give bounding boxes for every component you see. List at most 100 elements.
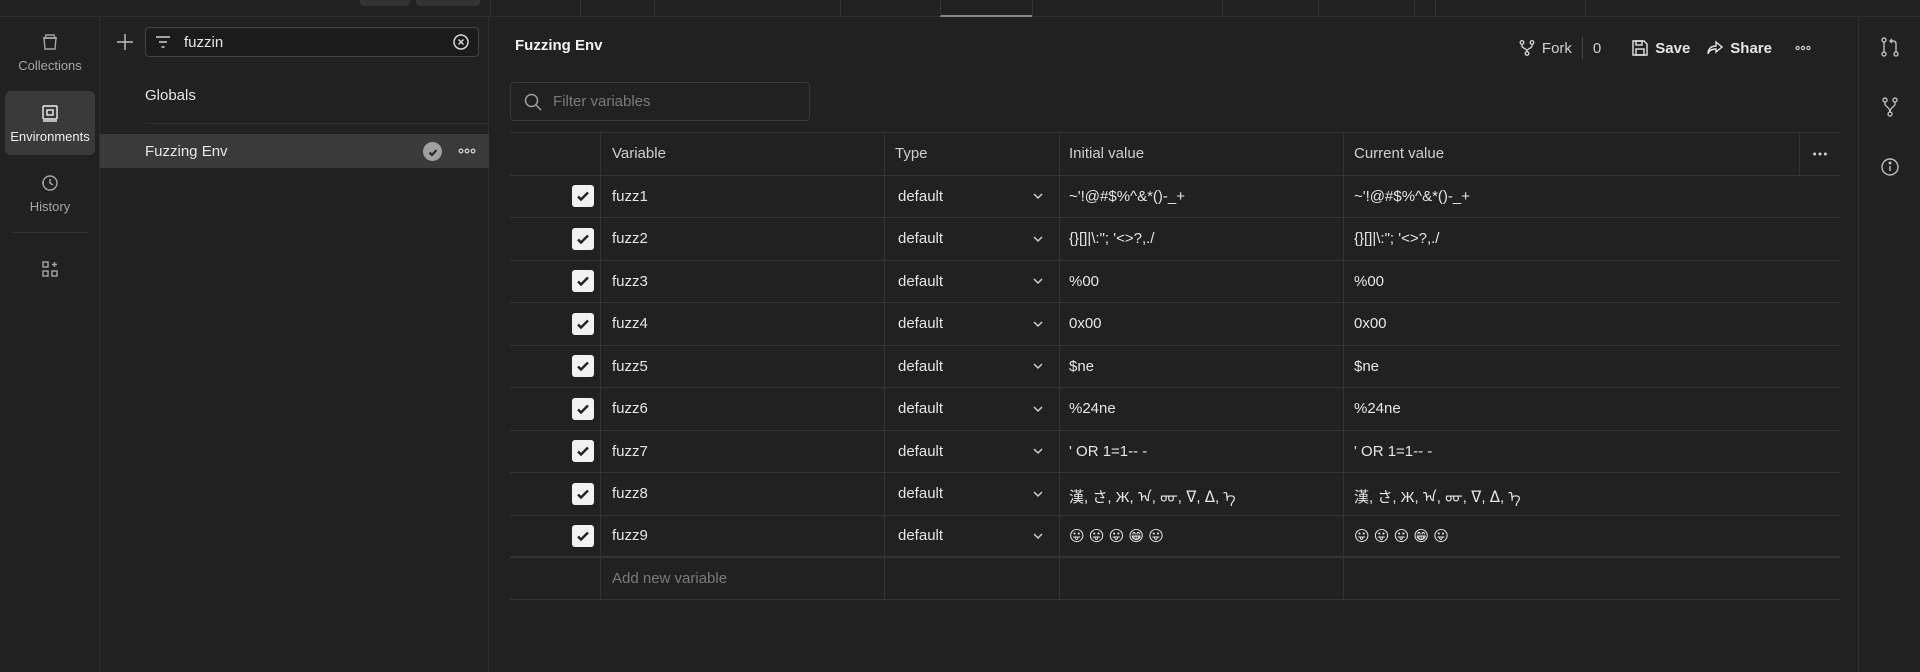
initial-value[interactable]: $ne	[1059, 345, 1343, 387]
current-value[interactable]: ' OR 1=1-- -	[1343, 430, 1840, 472]
initial-value[interactable]: {}[]|\:"; '<>?,./	[1059, 218, 1343, 260]
save-button[interactable]: Save	[1623, 39, 1698, 57]
enabled-checkbox[interactable]	[572, 524, 594, 547]
current-value[interactable]: 😛 😛 😛 😁 😛	[1343, 515, 1840, 556]
left-rail: Collections Environments History	[0, 17, 100, 672]
add-new-variable-input[interactable]: Add new variable	[600, 558, 884, 599]
variable-name[interactable]: fuzz7	[600, 430, 884, 472]
rail-item-history[interactable]: History	[5, 161, 95, 225]
variable-name-text: fuzz1	[612, 187, 648, 205]
initial-value[interactable]: 0x00	[1059, 303, 1343, 345]
tab-fragment[interactable]	[840, 0, 940, 17]
type-select[interactable]: default	[895, 358, 1045, 375]
checkmark-icon	[577, 446, 589, 457]
sidebar-search[interactable]	[145, 27, 479, 57]
tab-fragment[interactable]	[580, 0, 654, 17]
filter-variables[interactable]	[510, 82, 810, 121]
tab-fragment[interactable]	[1222, 0, 1318, 17]
current-value[interactable]: %00	[1343, 260, 1840, 302]
more-options-icon[interactable]	[457, 142, 477, 160]
variable-name[interactable]: fuzz3	[600, 260, 884, 302]
variable-name[interactable]: fuzz2	[600, 218, 884, 260]
pull-request-icon[interactable]	[1879, 36, 1901, 58]
initial-value-text: %24ne	[1069, 400, 1116, 418]
variable-name[interactable]: fuzz8	[600, 473, 884, 515]
type-select[interactable]: default	[895, 315, 1045, 332]
rail-item-label: Environments	[10, 128, 90, 144]
type-value: default	[898, 527, 944, 545]
column-header-current-value: Current value	[1343, 133, 1799, 175]
type-select[interactable]: default	[895, 230, 1045, 247]
type-select[interactable]: default	[895, 273, 1045, 290]
initial-value-text: {}[]|\:"; '<>?,./	[1069, 230, 1155, 248]
initial-value[interactable]: %00	[1059, 260, 1343, 302]
rail-item-collections[interactable]: Collections	[5, 20, 95, 84]
table-row: fuzz2 default {}[]|\:"; '<>?,./ {}[]|\:"…	[510, 217, 1840, 260]
column-options-button[interactable]	[1799, 133, 1840, 175]
fork-icon[interactable]	[1879, 96, 1901, 118]
enabled-checkbox[interactable]	[572, 227, 594, 250]
more-actions-button[interactable]	[1786, 39, 1820, 57]
initial-value-text: ' OR 1=1-- -	[1069, 442, 1148, 460]
table-header: Variable Type Initial value Current valu…	[510, 132, 1840, 175]
row-checkbox-cell	[510, 431, 600, 473]
share-button[interactable]: Share	[1698, 39, 1780, 57]
type-select[interactable]: default	[895, 188, 1045, 205]
initial-value-text: 漢, さ, Ж, ᠠ, ᡂ, ᐁ, ᐃ, ᠡ	[1069, 488, 1236, 506]
tab-fragment[interactable]	[490, 0, 580, 17]
tab-fragment[interactable]	[1318, 0, 1414, 17]
initial-value[interactable]: 😛 😛 😛 😁 😛	[1059, 515, 1343, 556]
type-select[interactable]: default	[895, 527, 1045, 544]
variable-name[interactable]: fuzz6	[600, 388, 884, 430]
initial-value[interactable]: ' OR 1=1-- -	[1059, 430, 1343, 472]
type-select[interactable]: default	[895, 485, 1045, 502]
enabled-checkbox[interactable]	[572, 397, 594, 420]
initial-value[interactable]: ~'!@#$%^&*()-_+	[1059, 175, 1343, 217]
add-variable-row[interactable]: Add new variable	[510, 557, 1840, 600]
current-value[interactable]: 0x00	[1343, 303, 1840, 345]
rail-divider	[12, 232, 88, 233]
enabled-checkbox[interactable]	[572, 312, 594, 335]
tab-fragment-active[interactable]	[940, 0, 1032, 17]
top-button-fragment[interactable]	[416, 0, 480, 6]
table-row: fuzz7 default ' OR 1=1-- - ' OR 1=1-- -	[510, 429, 1840, 473]
fork-button[interactable]: Fork	[1510, 39, 1580, 57]
initial-value[interactable]: 漢, さ, Ж, ᠠ, ᡂ, ᐁ, ᐃ, ᠡ	[1059, 473, 1343, 515]
tab-fragment[interactable]	[1585, 0, 1920, 17]
enabled-checkbox[interactable]	[572, 270, 594, 293]
rail-item-label: History	[29, 198, 71, 214]
enabled-checkbox[interactable]	[572, 185, 594, 208]
type-select[interactable]: default	[895, 443, 1045, 460]
current-value[interactable]: ~'!@#$%^&*()-_+	[1343, 175, 1840, 217]
current-value[interactable]: 漢, さ, Ж, ᠠ, ᡂ, ᐁ, ᐃ, ᠡ	[1343, 473, 1840, 515]
tab-fragment[interactable]	[1435, 0, 1585, 17]
active-environment-check-icon[interactable]	[423, 142, 442, 161]
enabled-checkbox[interactable]	[572, 440, 594, 463]
initial-value[interactable]: %24ne	[1059, 388, 1343, 430]
current-value[interactable]: $ne	[1343, 345, 1840, 387]
info-icon[interactable]	[1879, 156, 1901, 178]
variable-name[interactable]: fuzz4	[600, 303, 884, 345]
current-value[interactable]: {}[]|\:"; '<>?,./	[1343, 218, 1840, 260]
enabled-checkbox[interactable]	[572, 355, 594, 378]
type-value: default	[898, 442, 944, 460]
rail-item-add-widget[interactable]	[5, 249, 95, 289]
sidebar-item-fuzzing-env[interactable]: Fuzzing Env	[100, 134, 489, 168]
rail-item-environments[interactable]: Environments	[5, 91, 95, 155]
current-value[interactable]: %24ne	[1343, 388, 1840, 430]
variable-name[interactable]: fuzz9	[600, 515, 884, 556]
variable-name[interactable]: fuzz1	[600, 175, 884, 217]
sidebar-search-input[interactable]	[184, 33, 452, 51]
tab-fragment[interactable]	[1032, 0, 1222, 17]
top-button-fragment[interactable]	[360, 0, 410, 6]
tab-fragment[interactable]	[654, 0, 754, 17]
type-select[interactable]: default	[895, 400, 1045, 417]
filter-variables-input[interactable]	[553, 93, 797, 110]
enabled-checkbox[interactable]	[572, 482, 594, 505]
filter-icon	[156, 36, 170, 48]
variable-name-text: fuzz8	[612, 485, 648, 503]
plus-icon[interactable]	[114, 31, 136, 53]
sidebar-item-globals[interactable]: Globals	[100, 78, 489, 112]
clear-search-icon[interactable]	[452, 33, 470, 51]
variable-name[interactable]: fuzz5	[600, 345, 884, 387]
